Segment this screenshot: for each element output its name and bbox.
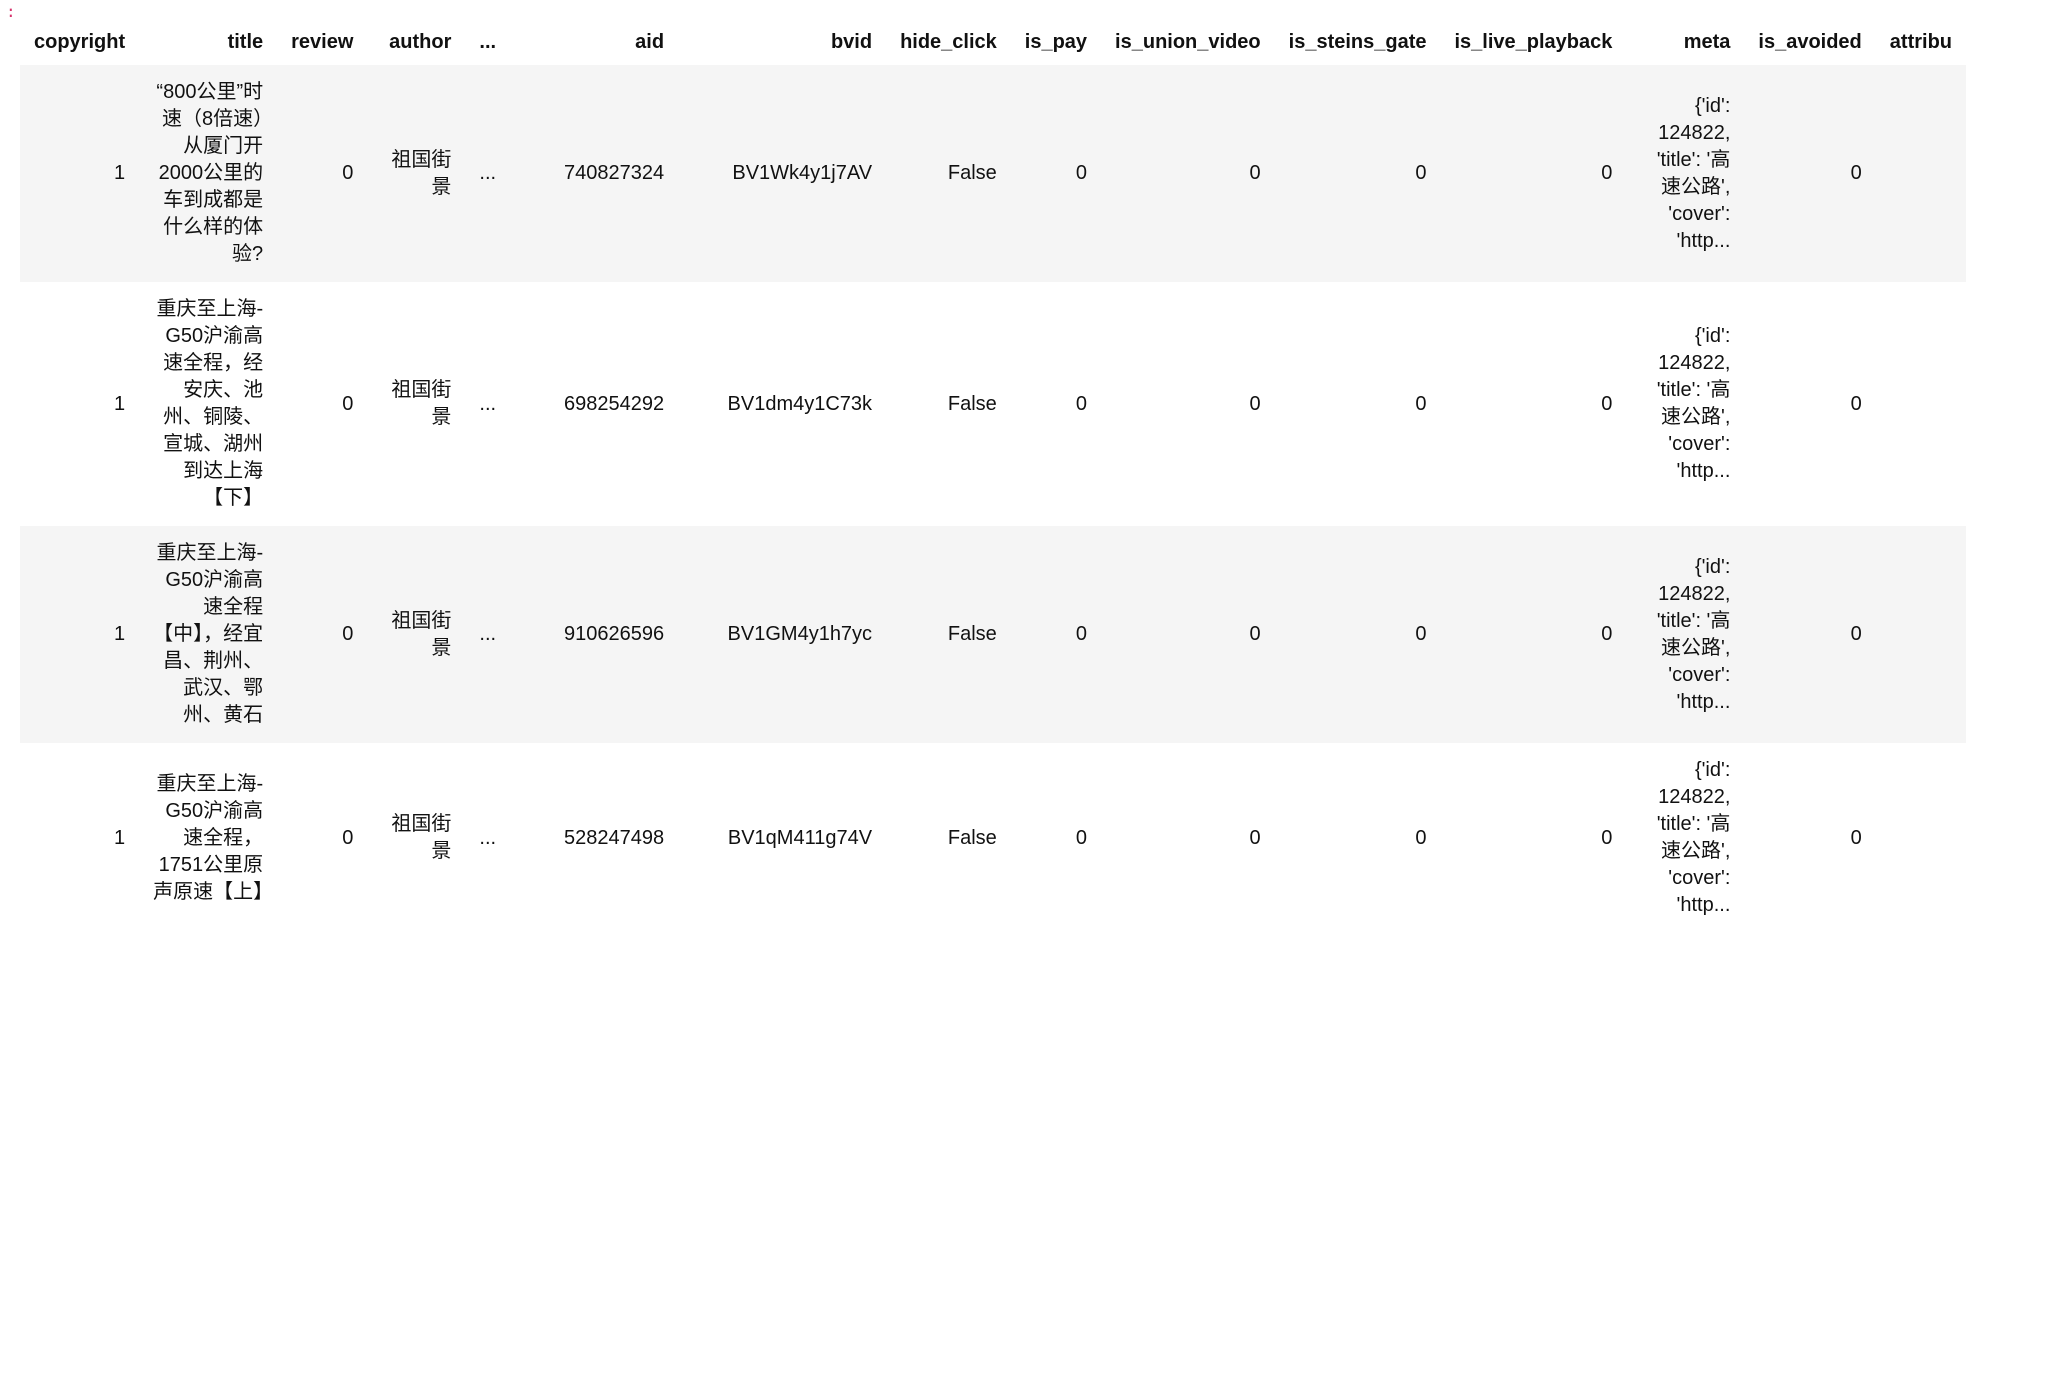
col-is-steins-gate: is_steins_gate <box>1275 23 1441 65</box>
cell-author: 祖国街景 <box>367 743 465 933</box>
cell-title: 重庆至上海-G50沪渝高速全程，经安庆、池州、铜陵、宣城、湖州到达上海【下】 <box>139 282 277 526</box>
cell-aid: 528247498 <box>510 743 678 933</box>
cell-is-live-playback: 0 <box>1441 65 1627 283</box>
cell-ellipsis: ... <box>465 65 510 283</box>
cell-is-union-video: 0 <box>1101 65 1275 283</box>
cell-aid: 740827324 <box>510 65 678 283</box>
cell-copyright: 1 <box>20 282 139 526</box>
dataframe-table: copyright title review author ... aid bv… <box>20 23 1966 933</box>
cell-attribute-truncated <box>1876 526 1966 743</box>
col-is-union-video: is_union_video <box>1101 23 1275 65</box>
cell-title: “800公里”时速（8倍速）从厦门开2000公里的车到成都是什么样的体验? <box>139 65 277 283</box>
cell-review: 0 <box>277 743 367 933</box>
cell-attribute-truncated <box>1876 743 1966 933</box>
table-row: 1 重庆至上海-G50沪渝高速全程，1751公里原声原速【上】 0 祖国街景 .… <box>20 743 1966 933</box>
cell-is-pay: 0 <box>1011 526 1101 743</box>
cell-aid: 698254292 <box>510 282 678 526</box>
cell-is-pay: 0 <box>1011 65 1101 283</box>
cell-hide-click: False <box>886 526 1011 743</box>
cell-is-avoided: 0 <box>1744 282 1875 526</box>
cell-author: 祖国街景 <box>367 282 465 526</box>
col-attribute-truncated: attribu <box>1876 23 1966 65</box>
cell-copyright: 1 <box>20 65 139 283</box>
col-author: author <box>367 23 465 65</box>
cell-review: 0 <box>277 282 367 526</box>
cell-bvid: BV1Wk4y1j7AV <box>678 65 886 283</box>
col-is-live-playback: is_live_playback <box>1441 23 1627 65</box>
col-review: review <box>277 23 367 65</box>
col-meta: meta <box>1626 23 1744 65</box>
cell-bvid: BV1GM4y1h7yc <box>678 526 886 743</box>
cell-author: 祖国街景 <box>367 65 465 283</box>
cell-is-union-video: 0 <box>1101 743 1275 933</box>
cell-is-steins-gate: 0 <box>1275 282 1441 526</box>
cell-hide-click: False <box>886 743 1011 933</box>
col-aid: aid <box>510 23 678 65</box>
cell-is-avoided: 0 <box>1744 526 1875 743</box>
cell-is-union-video: 0 <box>1101 526 1275 743</box>
cell-review: 0 <box>277 65 367 283</box>
cell-copyright: 1 <box>20 526 139 743</box>
cell-meta: {'id': 124822, 'title': '高速公路', 'cover':… <box>1626 743 1744 933</box>
cell-hide-click: False <box>886 65 1011 283</box>
cell-title: 重庆至上海-G50沪渝高速全程【中】，经宜昌、荆州、武汉、鄂州、黄石 <box>139 526 277 743</box>
col-is-pay: is_pay <box>1011 23 1101 65</box>
col-ellipsis: ... <box>465 23 510 65</box>
cell-author: 祖国街景 <box>367 526 465 743</box>
col-copyright: copyright <box>20 23 139 65</box>
cell-meta: {'id': 124822, 'title': '高速公路', 'cover':… <box>1626 526 1744 743</box>
cell-bvid: BV1dm4y1C73k <box>678 282 886 526</box>
cell-review: 0 <box>277 526 367 743</box>
cell-ellipsis: ... <box>465 526 510 743</box>
cell-is-pay: 0 <box>1011 743 1101 933</box>
cell-is-steins-gate: 0 <box>1275 526 1441 743</box>
cell-title: 重庆至上海-G50沪渝高速全程，1751公里原声原速【上】 <box>139 743 277 933</box>
cell-ellipsis: ... <box>465 282 510 526</box>
cell-hide-click: False <box>886 282 1011 526</box>
cell-is-steins-gate: 0 <box>1275 743 1441 933</box>
col-hide-click: hide_click <box>886 23 1011 65</box>
header-row: copyright title review author ... aid bv… <box>20 23 1966 65</box>
col-title: title <box>139 23 277 65</box>
cell-attribute-truncated <box>1876 65 1966 283</box>
cell-is-live-playback: 0 <box>1441 743 1627 933</box>
cell-is-steins-gate: 0 <box>1275 65 1441 283</box>
table-row: 1 “800公里”时速（8倍速）从厦门开2000公里的车到成都是什么样的体验? … <box>20 65 1966 283</box>
col-is-avoided: is_avoided <box>1744 23 1875 65</box>
cell-is-pay: 0 <box>1011 282 1101 526</box>
col-bvid: bvid <box>678 23 886 65</box>
table-row: 1 重庆至上海-G50沪渝高速全程，经安庆、池州、铜陵、宣城、湖州到达上海【下】… <box>20 282 1966 526</box>
cell-meta: {'id': 124822, 'title': '高速公路', 'cover':… <box>1626 282 1744 526</box>
cell-is-avoided: 0 <box>1744 743 1875 933</box>
cell-bvid: BV1qM411g74V <box>678 743 886 933</box>
cell-copyright: 1 <box>20 743 139 933</box>
cell-aid: 910626596 <box>510 526 678 743</box>
output-prompt-colon: : <box>0 0 2064 23</box>
cell-is-live-playback: 0 <box>1441 526 1627 743</box>
cell-is-union-video: 0 <box>1101 282 1275 526</box>
cell-meta: {'id': 124822, 'title': '高速公路', 'cover':… <box>1626 65 1744 283</box>
cell-ellipsis: ... <box>465 743 510 933</box>
cell-is-avoided: 0 <box>1744 65 1875 283</box>
cell-attribute-truncated <box>1876 282 1966 526</box>
table-row: 1 重庆至上海-G50沪渝高速全程【中】，经宜昌、荆州、武汉、鄂州、黄石 0 祖… <box>20 526 1966 743</box>
cell-is-live-playback: 0 <box>1441 282 1627 526</box>
